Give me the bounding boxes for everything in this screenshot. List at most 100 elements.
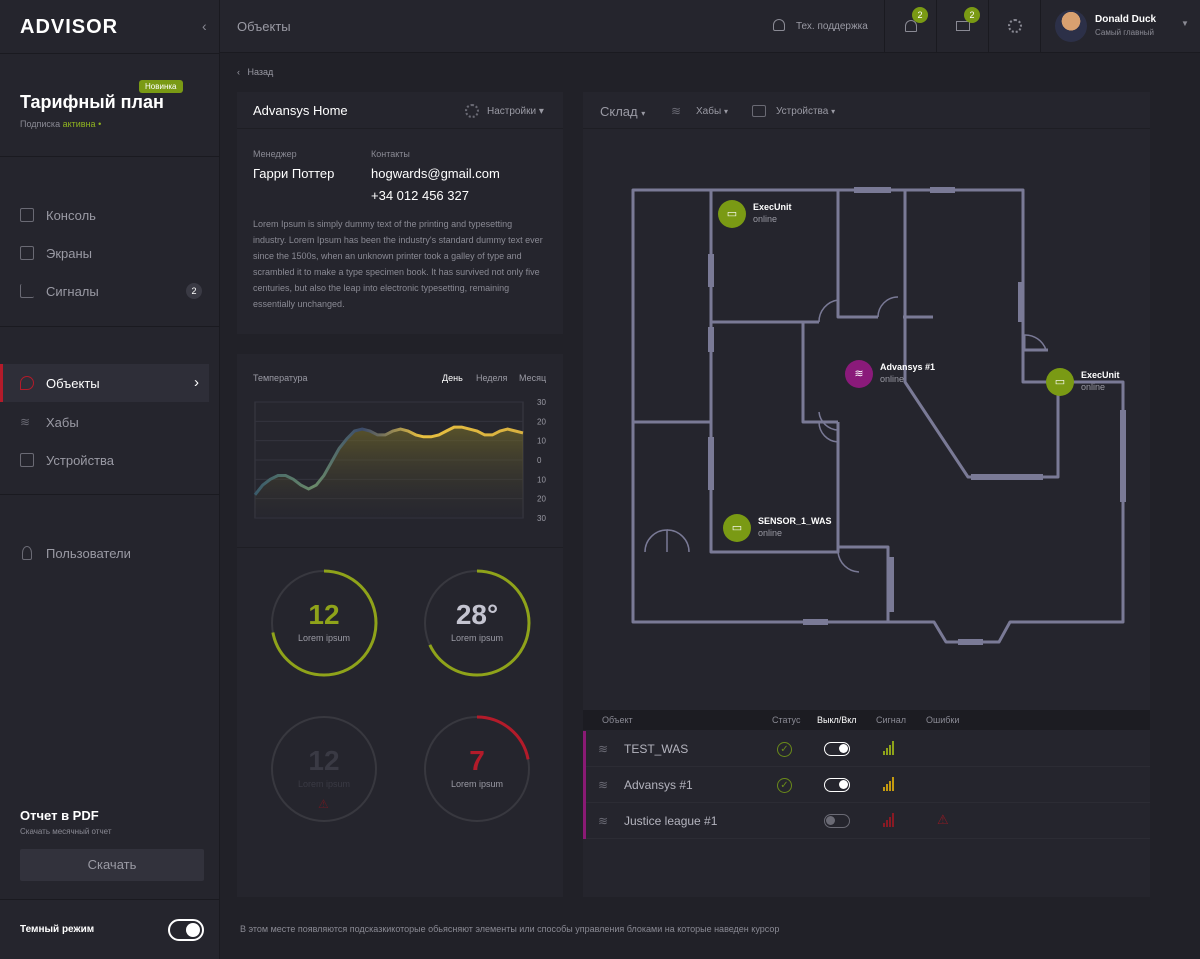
warning-icon: ⚠ — [318, 797, 329, 811]
device-status: online — [1081, 382, 1106, 392]
data-point — [262, 484, 264, 486]
col-object: Объект — [602, 715, 633, 725]
nav-label: Объекты — [46, 375, 100, 391]
nav-item-users[interactable]: Пользователи — [0, 534, 210, 572]
power-toggle[interactable] — [824, 742, 850, 756]
nav-item-devices[interactable]: Устройства — [0, 441, 210, 479]
nav-item-objects[interactable]: Объекты › — [0, 364, 209, 402]
nav-item-hubs[interactable]: ≋ Хабы — [0, 403, 210, 441]
message-count: 2 — [964, 7, 980, 23]
signal-icon — [883, 777, 894, 791]
data-point — [331, 461, 333, 463]
chevron-down-icon: ▼ — [1181, 19, 1189, 28]
data-point — [323, 475, 325, 477]
screens-icon — [20, 246, 34, 260]
data-point — [315, 484, 317, 486]
table-row[interactable]: ≋ Justice league #1 ⚠ — [583, 803, 1150, 839]
filter-devices[interactable]: Устройства ▾ — [776, 106, 835, 117]
data-point — [499, 430, 501, 432]
map-hub-marker[interactable]: ≋ Advansys #1 online — [845, 360, 975, 390]
y-tick-label: 20 — [537, 417, 546, 426]
wifi-icon: ≋ — [598, 778, 609, 792]
power-toggle[interactable] — [824, 814, 850, 828]
headset-icon — [773, 19, 785, 31]
messages-button[interactable]: 2 — [936, 0, 988, 53]
device-icon: ▭ — [723, 514, 751, 542]
download-button[interactable]: Скачать — [20, 849, 204, 881]
y-tick-label: 10 — [537, 475, 546, 484]
table-row[interactable]: ≋ TEST_WAS ✓ — [583, 731, 1150, 767]
y-tick-label: 0 — [537, 456, 542, 465]
object-name: Justice league #1 — [624, 814, 718, 828]
data-point — [507, 428, 509, 430]
tab-day[interactable]: День — [442, 373, 463, 383]
tab-week[interactable]: Неделя — [476, 373, 507, 383]
device-status: online — [880, 374, 905, 384]
support-link[interactable]: Тех. поддержка — [796, 21, 868, 32]
y-tick-label: 10 — [537, 437, 546, 446]
collapse-sidebar-icon[interactable]: ‹ — [202, 18, 207, 34]
data-point — [346, 438, 348, 440]
nav-item-console[interactable]: Консоль — [0, 196, 210, 234]
wifi-icon: ≋ — [845, 360, 873, 388]
device-icon — [752, 105, 766, 117]
signals-icon — [20, 284, 34, 298]
data-point — [484, 434, 486, 436]
settings-dropdown[interactable]: Настройки ▾ — [487, 106, 544, 117]
data-point — [392, 430, 394, 432]
col-errors: Ошибки — [926, 715, 960, 725]
dark-mode-toggle[interactable] — [168, 919, 204, 941]
data-point — [384, 434, 386, 436]
device-name: SENSOR_1_WAS — [758, 516, 832, 526]
page-title: Объекты — [237, 19, 291, 34]
manager-name: Гарри Поттер — [253, 166, 335, 181]
power-toggle[interactable] — [824, 778, 850, 792]
gauge-label: Lorem ipsum — [297, 633, 351, 643]
chevron-left-icon: ‹ — [237, 67, 240, 77]
notifications-button[interactable]: 2 — [884, 0, 936, 53]
gear-icon — [1008, 19, 1022, 33]
divider — [0, 326, 220, 327]
nav-item-signals[interactable]: Сигналы 2 — [0, 272, 210, 310]
plan-sub-status: активна — [62, 119, 96, 129]
data-point — [338, 448, 340, 450]
data-point — [308, 488, 310, 490]
data-point — [361, 428, 363, 430]
object-name: Advansys #1 — [624, 778, 693, 792]
device-icon: ▭ — [1046, 368, 1074, 396]
filter-hubs[interactable]: Хабы ▾ — [696, 106, 728, 117]
data-point — [354, 430, 356, 432]
settings-label: Настройки — [487, 106, 537, 117]
y-tick-label: 20 — [537, 495, 546, 504]
gauge-value: 12 — [308, 745, 340, 776]
signal-icon — [883, 813, 894, 827]
chevron-right-icon: › — [194, 374, 199, 391]
tab-month[interactable]: Месяц — [519, 373, 546, 383]
gauge-value: 12 — [308, 599, 340, 630]
wifi-icon: ≋ — [598, 742, 609, 756]
map-device-marker[interactable]: ▭ ExecUnit online — [1046, 368, 1176, 398]
table-row[interactable]: ≋ Advansys #1 ✓ — [583, 767, 1150, 803]
data-point — [438, 434, 440, 436]
data-point — [453, 426, 455, 428]
nav-item-screens[interactable]: Экраны — [0, 234, 210, 272]
filter-warehouse[interactable]: Склад ▾ — [600, 104, 645, 119]
divider — [0, 156, 220, 157]
plan-sub-prefix: Подписка — [20, 119, 61, 129]
user-menu[interactable]: Donald Duck Самый главный ▼ — [1040, 0, 1200, 53]
data-point — [461, 426, 463, 428]
data-point — [415, 434, 417, 436]
dark-mode-label: Темный режим — [20, 924, 95, 935]
data-point — [300, 484, 302, 486]
divider — [0, 53, 220, 54]
check-icon: ✓ — [777, 778, 792, 793]
back-link[interactable]: ‹ Назад — [237, 67, 273, 77]
data-point — [369, 430, 371, 432]
wifi-icon: ≋ — [20, 415, 31, 429]
settings-button[interactable] — [988, 0, 1040, 53]
temperature-chart: 30 20 10 0 10 20 30 — [253, 398, 546, 523]
signals-count-badge: 2 — [186, 283, 202, 299]
hint-text: В этом месте появляются подсказкикоторые… — [240, 924, 780, 934]
map-device-marker[interactable]: ▭ ExecUnit online — [718, 200, 848, 230]
map-device-marker[interactable]: ▭ SENSOR_1_WAS online — [723, 514, 853, 544]
